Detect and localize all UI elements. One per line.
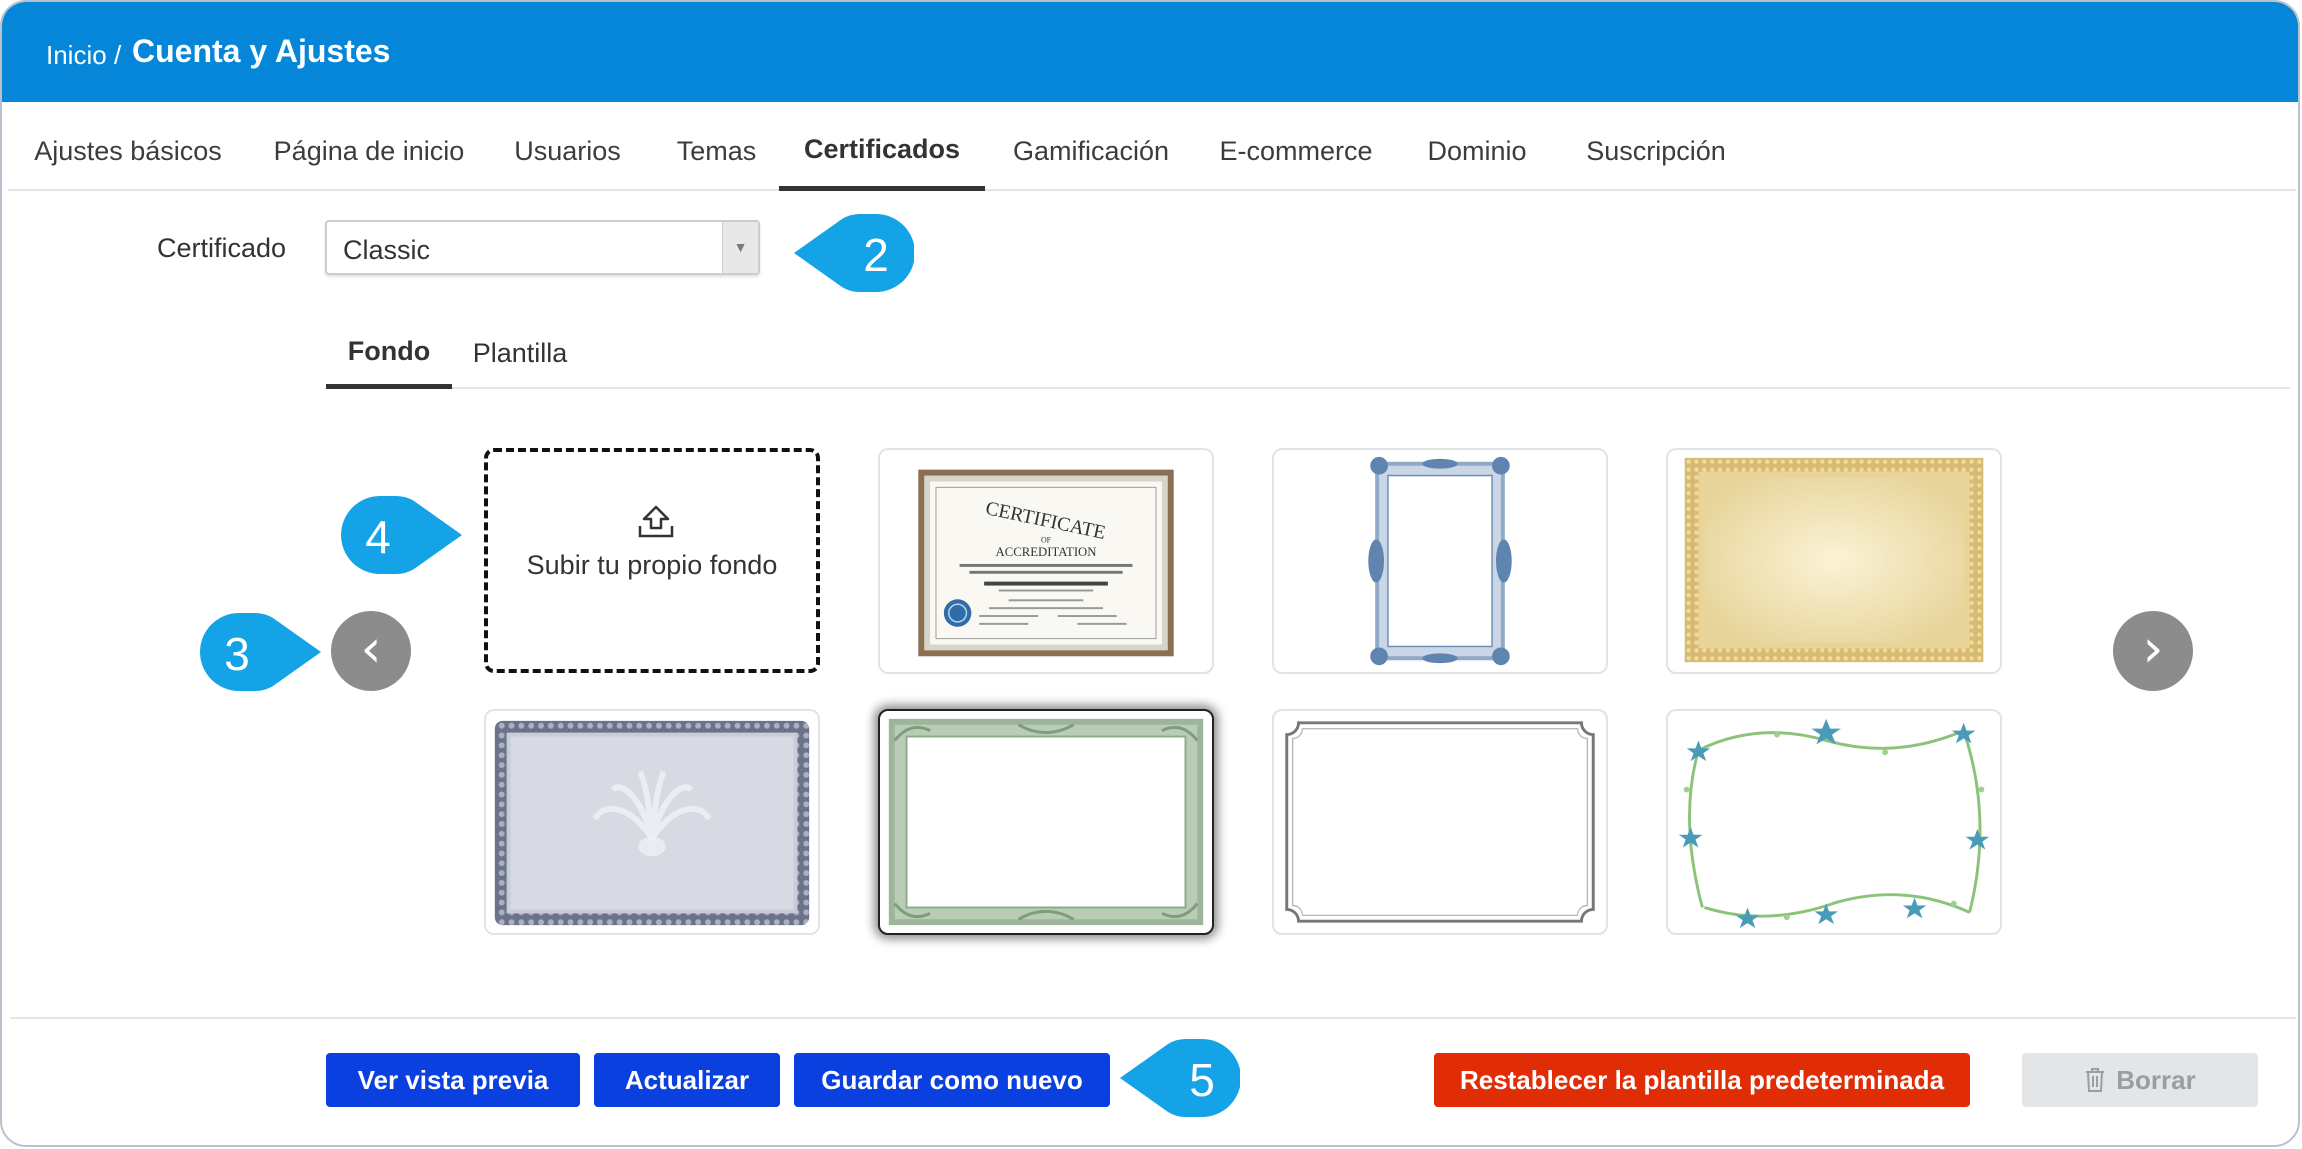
background-thumbnail-gray-peacock[interactable] <box>484 709 820 935</box>
accreditation-certificate-image: CERTIFICATE OF ACCREDITATION <box>918 469 1174 657</box>
gold-guilloche-image <box>1684 457 1984 663</box>
footer-divider <box>10 1017 2296 1019</box>
tab-gamificacion[interactable]: Gamificación <box>1004 102 1178 191</box>
chevron-right-icon[interactable]: › <box>2113 611 2193 691</box>
background-template-tabs: Fondo Plantilla <box>326 320 2290 389</box>
background-thumbnail-gold[interactable] <box>1666 448 2002 674</box>
certificate-of: OF <box>1041 535 1052 544</box>
tab-pagina-de-inicio[interactable]: Página de inicio <box>269 102 469 191</box>
upload-icon <box>638 505 674 538</box>
certificate-select-value: Classic <box>343 235 431 265</box>
callout-5: 5 <box>1120 1038 1241 1118</box>
upload-background-tile[interactable]: Subir tu propio fondo <box>484 448 820 673</box>
caret-down-icon: ▼ <box>722 222 758 273</box>
callout-2: 2 <box>794 213 915 293</box>
upload-background-label: Subir tu propio fondo <box>526 550 778 580</box>
background-thumbnail-accreditation[interactable]: CERTIFICATE OF ACCREDITATION <box>878 448 1214 674</box>
callout-number: 4 <box>365 511 391 563</box>
background-thumbnail-blue-ornate[interactable] <box>1272 448 1608 674</box>
reset-template-button[interactable]: Restablecer la plantilla predeterminada <box>1434 1053 1970 1107</box>
delete-button-label: Borrar <box>2116 1065 2196 1095</box>
page-title: Cuenta y Ajustes <box>132 33 391 69</box>
tab-plantilla[interactable]: Plantilla <box>466 320 574 389</box>
save-as-new-button[interactable]: Guardar como nuevo <box>794 1053 1110 1107</box>
certificate-select[interactable]: Classic ▼ <box>325 220 760 275</box>
green-classic-image <box>888 718 1204 926</box>
background-thumbnail-green-classic[interactable] <box>878 709 1214 935</box>
delete-button[interactable]: Borrar <box>2022 1053 2258 1107</box>
tab-e-commerce[interactable]: E-commerce <box>1215 102 1377 191</box>
app-window: Inicio / Cuenta y Ajustes Ajustes básico… <box>0 0 2300 1147</box>
background-thumbnail-silver-frame[interactable] <box>1272 709 1608 935</box>
callout-number: 3 <box>224 628 250 680</box>
background-thumbnail-floral-stars[interactable] <box>1666 709 2002 935</box>
callout-number: 5 <box>1189 1054 1215 1106</box>
trash-icon <box>2086 1068 2105 1092</box>
tab-ajustes-basicos[interactable]: Ajustes básicos <box>34 102 222 191</box>
settings-tabs: Ajustes básicos Página de inicio Usuario… <box>8 102 2296 191</box>
preview-button[interactable]: Ver vista previa <box>326 1053 580 1107</box>
floral-stars-image <box>1678 718 1990 929</box>
tab-usuarios[interactable]: Usuarios <box>510 102 625 191</box>
silver-frame-image <box>1285 721 1595 923</box>
callout-3: 3 <box>199 612 321 692</box>
breadcrumb-separator: / <box>114 40 122 70</box>
tab-suscripcion[interactable]: Suscripción <box>1576 102 1736 191</box>
certificate-subheading: ACCREDITATION <box>996 545 1097 559</box>
header-bar: Inicio / Cuenta y Ajustes <box>2 2 2298 102</box>
blue-ornate-frame-image <box>1368 456 1512 666</box>
tab-dominio[interactable]: Dominio <box>1414 102 1540 191</box>
breadcrumb-root-link[interactable]: Inicio <box>46 40 107 71</box>
update-button[interactable]: Actualizar <box>594 1053 780 1107</box>
callout-4: 4 <box>340 495 462 575</box>
tab-fondo[interactable]: Fondo <box>326 320 452 389</box>
certificate-label: Certificado <box>157 233 287 263</box>
callout-number: 2 <box>863 229 889 281</box>
tab-temas[interactable]: Temas <box>669 102 764 191</box>
chevron-left-icon[interactable]: ‹ <box>331 611 411 691</box>
gray-peacock-image <box>494 720 810 926</box>
tab-certificados[interactable]: Certificados <box>779 102 985 191</box>
